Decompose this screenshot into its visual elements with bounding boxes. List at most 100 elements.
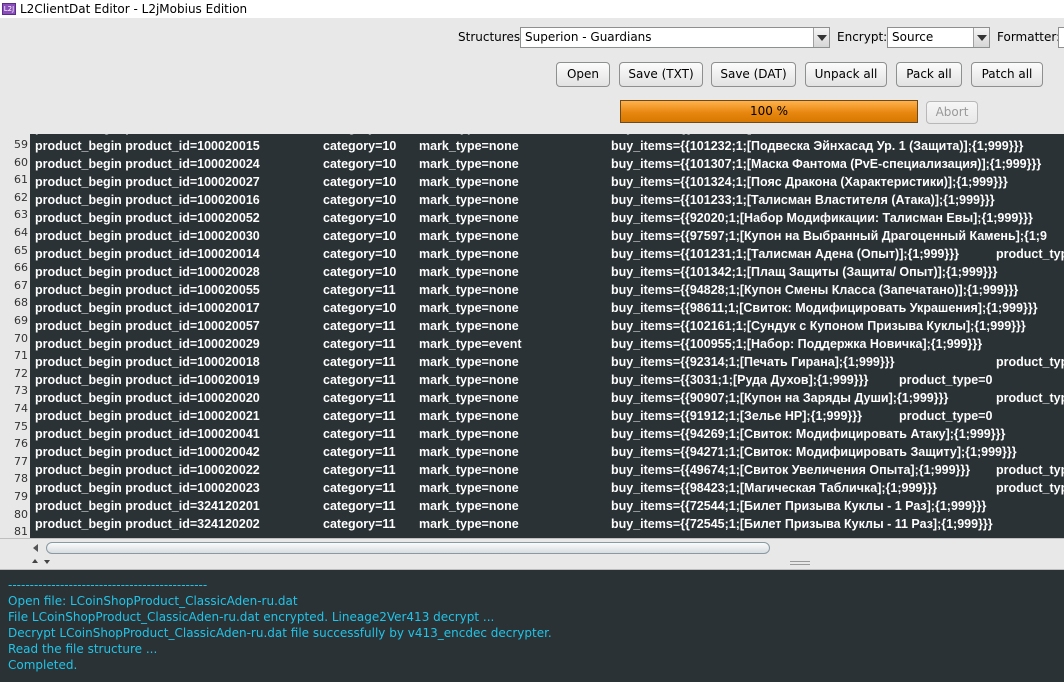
cell-product-type[interactable]: product_typ [996, 247, 1064, 261]
cell-buy-items[interactable]: buy_items={{101342;1;[Плащ Защиты (Защит… [611, 265, 997, 279]
cell-category[interactable]: category=10 [323, 247, 396, 261]
cell-product-type[interactable]: product_typ [996, 463, 1064, 477]
cell-product[interactable]: product_begin product_id=100020024 [35, 157, 260, 171]
patch-all-button[interactable]: Patch all [971, 62, 1043, 87]
cell-buy-items[interactable]: buy_items={{101232;1;[Подвеска Эйнхасад … [611, 139, 1023, 153]
cell-category[interactable]: category=11 [323, 337, 396, 351]
cell-product[interactable]: product_begin product_id=100020041 [35, 427, 260, 441]
cell-product[interactable]: product_begin product_id=100020021 [35, 409, 260, 423]
cell-mark-type[interactable]: mark_type=none [419, 481, 519, 495]
cell-buy-items[interactable]: buy_items={{72544;1;[Билет Призыва Куклы… [611, 499, 986, 513]
cell-category[interactable]: category=11 [323, 355, 396, 369]
cell-buy-items[interactable]: buy_items={{101231;1;[Талисман Адена (Оп… [611, 247, 959, 261]
cell-mark-type[interactable]: mark_type=none [419, 499, 519, 513]
cell-buy-items[interactable]: buy_items={{94271;1;[Свиток: Модифициров… [611, 445, 1017, 459]
cell-product[interactable]: product_begin product_id=100020023 [35, 481, 260, 495]
cell-mark-type[interactable]: mark_type=none [419, 391, 519, 405]
cell-category[interactable]: category=10 [323, 301, 396, 315]
cell-product[interactable]: product_begin product_id=100020018 [35, 355, 260, 369]
save-txt-button[interactable]: Save (TXT) [619, 62, 703, 87]
cell-buy-items[interactable]: buy_items={{101232;1;[ [611, 134, 751, 135]
cell-category[interactable]: category=11 [323, 283, 396, 297]
cell-category[interactable]: category=11 [323, 463, 396, 477]
cell-mark-type[interactable]: mark_type= [419, 134, 489, 135]
cell-category[interactable]: category=11 [323, 427, 396, 441]
cell-buy-items[interactable]: buy_items={{101233;1;[Талисман Властител… [611, 193, 995, 207]
cell-product-type[interactable]: product_type=0 [899, 373, 992, 387]
cell-product[interactable]: product_begin product_id=100020057 [35, 319, 260, 333]
cell-mark-type[interactable]: mark_type=none [419, 463, 519, 477]
cell-category[interactable]: category=11 [323, 373, 396, 387]
cell-category[interactable]: category=10 [323, 229, 396, 243]
collapse-up-icon[interactable] [32, 559, 38, 563]
cell-category[interactable]: category=11 [323, 319, 396, 333]
save-dat-button[interactable]: Save (DAT) [711, 62, 796, 87]
cell-mark-type[interactable]: mark_type=none [419, 229, 519, 243]
cell-product[interactable]: product_begin product_id=100020016 [35, 193, 260, 207]
cell-buy-items[interactable]: buy_items={{90907;1;[Купон на Заряды Душ… [611, 391, 948, 405]
cell-product-type[interactable]: product_type=0 [899, 409, 992, 423]
cell-category[interactable]: category=10 [323, 139, 396, 153]
cell-product[interactable]: product_begin product_id=324120202 [35, 517, 260, 531]
cell-mark-type[interactable]: mark_type=none [419, 265, 519, 279]
splitter-grip-icon[interactable] [790, 561, 810, 565]
unpack-all-button[interactable]: Unpack all [805, 62, 887, 87]
encrypt-select[interactable]: Source [887, 27, 990, 48]
cell-buy-items[interactable]: buy_items={{101324;1;[Пояс Дракона (Хара… [611, 175, 1008, 189]
cell-buy-items[interactable]: buy_items={{97597;1;[Купон на Выбранный … [611, 229, 1047, 243]
chevron-down-icon[interactable] [813, 28, 829, 47]
cell-mark-type[interactable]: mark_type=none [419, 211, 519, 225]
cell-mark-type[interactable]: mark_type=none [419, 247, 519, 261]
cell-category[interactable]: category=10 [323, 175, 396, 189]
cell-product[interactable]: product_begin product_id=324120201 [35, 499, 260, 513]
horizontal-scrollbar[interactable] [0, 538, 1064, 556]
cell-product[interactable]: product_begin product_id=100020055 [35, 283, 260, 297]
cell-mark-type[interactable]: mark_type=none [419, 445, 519, 459]
cell-product-type[interactable]: product_typ [996, 481, 1064, 495]
pack-all-button[interactable]: Pack all [896, 62, 962, 87]
cell-mark-type[interactable]: mark_type=none [419, 139, 519, 153]
cell-category[interactable]: category=10 [323, 193, 396, 207]
cell-category[interactable]: category= [323, 134, 382, 135]
chevron-down-icon[interactable] [973, 28, 989, 47]
cell-product[interactable]: product_begin product_id=100020014 [35, 247, 260, 261]
cell-buy-items[interactable]: buy_items={{94269;1;[Свиток: Модифициров… [611, 427, 1005, 441]
cell-product[interactable]: product_begin product_id=100020020 [35, 391, 260, 405]
cell-product[interactable]: product_begin product_id=100020027 [35, 175, 260, 189]
cell-category[interactable]: category=11 [323, 481, 396, 495]
cell-category[interactable]: category=11 [323, 517, 396, 531]
cell-mark-type[interactable]: mark_type=none [419, 517, 519, 531]
splitter[interactable] [0, 556, 1064, 570]
cell-buy-items[interactable]: buy_items={{49674;1;[Свиток Увеличения О… [611, 463, 970, 477]
cell-buy-items[interactable]: buy_items={{94828;1;[Купон Смены Класса … [611, 283, 1018, 297]
cell-category[interactable]: category=10 [323, 211, 396, 225]
formatter-select[interactable] [1058, 27, 1064, 48]
abort-button[interactable]: Abort [926, 101, 978, 124]
cell-mark-type[interactable]: mark_type=none [419, 373, 519, 387]
cell-mark-type[interactable]: mark_type=none [419, 283, 519, 297]
cell-buy-items[interactable]: buy_items={{98611;1;[Свиток: Модифициров… [611, 301, 1038, 315]
cell-buy-items[interactable]: buy_items={{102161;1;[Сундук с Купоном П… [611, 319, 1026, 333]
cell-product[interactable]: product_begin product_id=100020022 [35, 463, 260, 477]
cell-buy-items[interactable]: buy_items={{91912;1;[Зелье HP];{1;999}}} [611, 409, 862, 423]
cell-category[interactable]: category=10 [323, 157, 396, 171]
cell-category[interactable]: category=11 [323, 391, 396, 405]
cell-product[interactable]: product_begin product_id=100020028 [35, 265, 260, 279]
scroll-thumb[interactable] [46, 542, 770, 554]
open-button[interactable]: Open [556, 62, 610, 87]
cell-buy-items[interactable]: buy_items={{100955;1;[Набор: Поддержка Н… [611, 337, 982, 351]
cell-buy-items[interactable]: buy_items={{3031;1;[Руда Духов];{1;999}}… [611, 373, 868, 387]
cell-mark-type[interactable]: mark_type=none [419, 301, 519, 315]
cell-product[interactable]: product_begin product_id=100020029 [35, 337, 260, 351]
cell-mark-type[interactable]: mark_type=none [419, 193, 519, 207]
cell-category[interactable]: category=11 [323, 409, 396, 423]
cell-buy-items[interactable]: buy_items={{72545;1;[Билет Призыва Куклы… [611, 517, 993, 531]
cell-mark-type[interactable]: mark_type=none [419, 427, 519, 441]
cell-product[interactable]: product_begin product_id=100020019 [35, 373, 260, 387]
cell-mark-type[interactable]: mark_type=event [419, 337, 522, 351]
cell-category[interactable]: category=10 [323, 265, 396, 279]
cell-product-type[interactable]: product_typ [996, 355, 1064, 369]
editor-table[interactable]: 59 60 61 62 63 64 65 66 67 68 69 70 71 72 73 74 75 76 77 78… [0, 134, 1064, 538]
cell-mark-type[interactable]: mark_type=none [419, 157, 519, 171]
cell-product[interactable]: product_begin product_id=100020017 [35, 301, 260, 315]
